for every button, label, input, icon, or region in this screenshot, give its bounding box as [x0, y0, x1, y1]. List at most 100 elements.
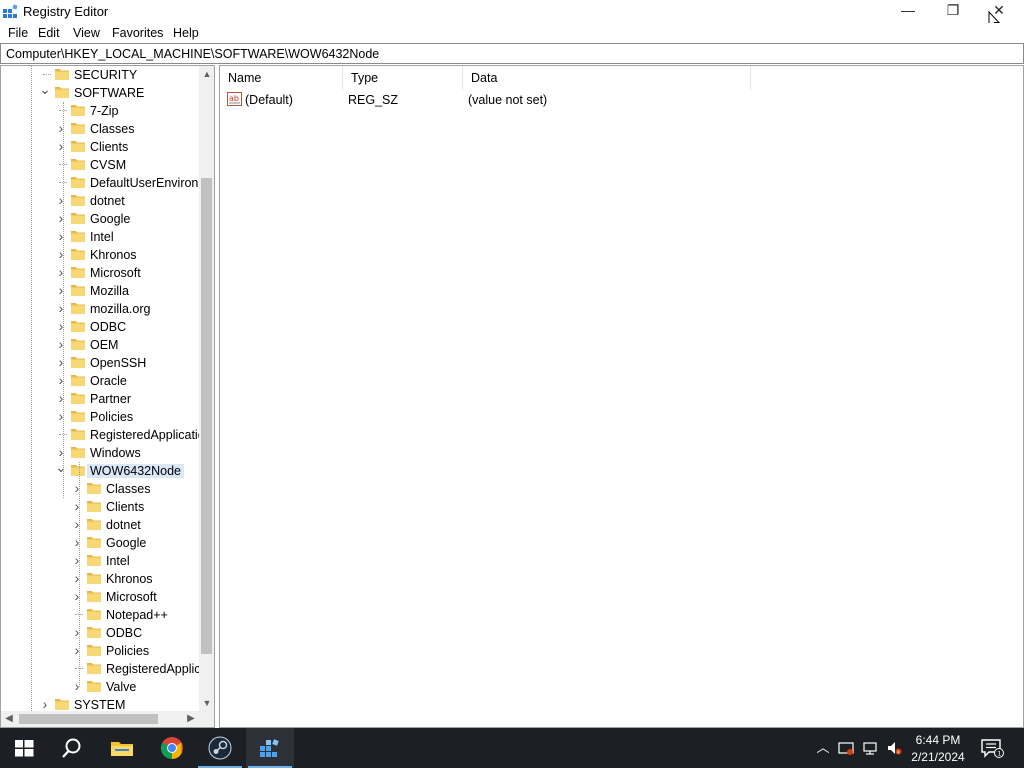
tree-item-label: Classes [90, 122, 135, 136]
chevron-right-icon[interactable]: › [55, 301, 67, 315]
tree-item-label: SECURITY [74, 68, 138, 82]
clock-time[interactable]: 6:44 PM [904, 733, 972, 747]
folder-icon [87, 519, 101, 530]
chevron-right-icon[interactable]: › [55, 337, 67, 351]
chevron-right-icon[interactable]: › [55, 139, 67, 153]
start-button[interactable] [0, 728, 48, 768]
tree-item-label: Clients [106, 500, 145, 514]
search-button[interactable] [48, 728, 96, 768]
folder-icon [87, 501, 101, 512]
folder-icon [55, 69, 69, 80]
chevron-right-icon[interactable]: › [55, 121, 67, 135]
tree-item-label: DefaultUserEnvironn [90, 176, 206, 190]
defender-security-icon[interactable] [838, 740, 854, 756]
tree-vertical-scroll-thumb[interactable] [201, 178, 212, 654]
chevron-right-icon[interactable]: › [71, 571, 83, 585]
values-list-pane[interactable]: Name Type Data ab (Default) REG_SZ (valu… [219, 65, 1024, 728]
tree-item-label: 7-Zip [90, 104, 119, 118]
network-icon[interactable] [862, 740, 878, 756]
chevron-right-icon[interactable]: › [71, 535, 83, 549]
menu-help[interactable]: Help [173, 26, 199, 40]
chevron-down-icon[interactable]: ⌄ [55, 460, 67, 474]
steam-icon [208, 736, 232, 760]
menu-file[interactable]: File [8, 26, 28, 40]
tree-guide-line [31, 66, 32, 711]
chevron-right-icon[interactable]: › [71, 679, 83, 693]
column-header-name[interactable]: Name [220, 66, 343, 90]
value-row-default[interactable]: ab (Default) REG_SZ (value not set) [220, 91, 820, 109]
registry-editor-taskbar-button[interactable] [246, 728, 294, 768]
tree-item-label: Intel [106, 554, 130, 568]
chevron-right-icon[interactable]: › [39, 697, 51, 711]
folder-icon [87, 573, 101, 584]
chevron-right-icon[interactable]: › [55, 391, 67, 405]
folder-icon [71, 267, 85, 278]
scroll-down-arrow-icon[interactable]: ▼ [199, 695, 214, 711]
tree-item-label: RegisteredApplica [106, 662, 208, 676]
folder-icon [71, 465, 85, 476]
chevron-right-icon[interactable]: › [55, 265, 67, 279]
chrome-icon [161, 737, 183, 759]
chevron-right-icon[interactable]: › [71, 553, 83, 567]
tree-item-label: dotnet [90, 194, 125, 208]
folder-icon [71, 429, 85, 440]
chevron-right-icon[interactable]: › [55, 193, 67, 207]
folder-icon [87, 681, 101, 692]
folder-icon [71, 393, 85, 404]
chevron-right-icon[interactable]: › [55, 373, 67, 387]
tray-overflow-chevron-icon[interactable]: ︿ [815, 740, 831, 756]
chrome-button[interactable] [148, 728, 196, 768]
scroll-right-arrow-icon[interactable]: ▶ [183, 711, 199, 727]
chevron-right-icon[interactable]: › [55, 445, 67, 459]
scroll-left-arrow-icon[interactable]: ◀ [1, 711, 17, 727]
tree-horizontal-scrollbar[interactable]: ◀ ▶ [1, 711, 199, 727]
chevron-right-icon[interactable]: › [71, 643, 83, 657]
chevron-right-icon[interactable]: › [71, 517, 83, 531]
folder-icon [71, 105, 85, 116]
chevron-right-icon[interactable]: › [71, 625, 83, 639]
tree-vertical-scrollbar[interactable]: ▲ ▼ [199, 66, 214, 711]
minimize-button[interactable]: — [885, 0, 931, 23]
chevron-right-icon[interactable]: › [71, 481, 83, 495]
folder-icon [71, 159, 85, 170]
chevron-down-icon[interactable]: ⌄ [39, 82, 51, 96]
chevron-right-icon[interactable]: › [55, 409, 67, 423]
chevron-right-icon[interactable]: › [55, 319, 67, 333]
address-path[interactable]: Computer\HKEY_LOCAL_MACHINE\SOFTWARE\WOW… [6, 47, 379, 61]
volume-muted-icon[interactable]: x [886, 740, 902, 756]
chevron-right-icon[interactable]: › [55, 211, 67, 225]
chevron-right-icon[interactable]: › [71, 499, 83, 513]
menu-view[interactable]: View [73, 26, 100, 40]
folder-icon [55, 699, 69, 710]
menu-favorites[interactable]: Favorites [112, 26, 163, 40]
clock-date[interactable]: 2/21/2024 [904, 750, 972, 764]
file-explorer-button[interactable] [98, 728, 146, 768]
column-header-type[interactable]: Type [343, 66, 463, 90]
tree-item-label: Microsoft [90, 266, 141, 280]
steam-button[interactable] [196, 728, 244, 768]
tree-item-label: Google [106, 536, 147, 550]
taskbar: ︿ x 6:44 PM 2/21/2024 1 [0, 728, 1024, 768]
tree-item-label: Notepad++ [106, 608, 168, 622]
chevron-right-icon[interactable]: › [55, 229, 67, 243]
action-center-notification-icon[interactable]: 1 [980, 738, 1004, 758]
regedit-app-icon [3, 4, 18, 18]
tree-item-label: SOFTWARE [74, 86, 145, 100]
tree-horizontal-scroll-thumb[interactable] [19, 714, 158, 724]
chevron-right-icon[interactable]: › [55, 247, 67, 261]
chevron-right-icon[interactable]: › [55, 283, 67, 297]
chevron-right-icon[interactable]: › [55, 355, 67, 369]
key-tree-pane[interactable]: SECURITY ⌄ SOFTWARE 7-Zip › Classes › Clients CV… [0, 65, 215, 728]
column-header-data[interactable]: Data [463, 66, 751, 90]
chevron-right-icon[interactable]: › [71, 589, 83, 603]
string-value-icon: ab [227, 92, 242, 106]
value-name: (Default) [245, 93, 293, 107]
menu-bar: File Edit View Favorites Help [0, 23, 1024, 43]
scroll-up-arrow-icon[interactable]: ▲ [199, 66, 214, 82]
folder-icon [71, 141, 85, 152]
windows-logo-icon [15, 740, 34, 757]
maximize-button[interactable]: ❐ [930, 0, 976, 23]
address-bar[interactable]: Computer\HKEY_LOCAL_MACHINE\SOFTWARE\WOW… [0, 43, 1024, 64]
menu-edit[interactable]: Edit [38, 26, 60, 40]
tree-guide-line [79, 462, 80, 687]
